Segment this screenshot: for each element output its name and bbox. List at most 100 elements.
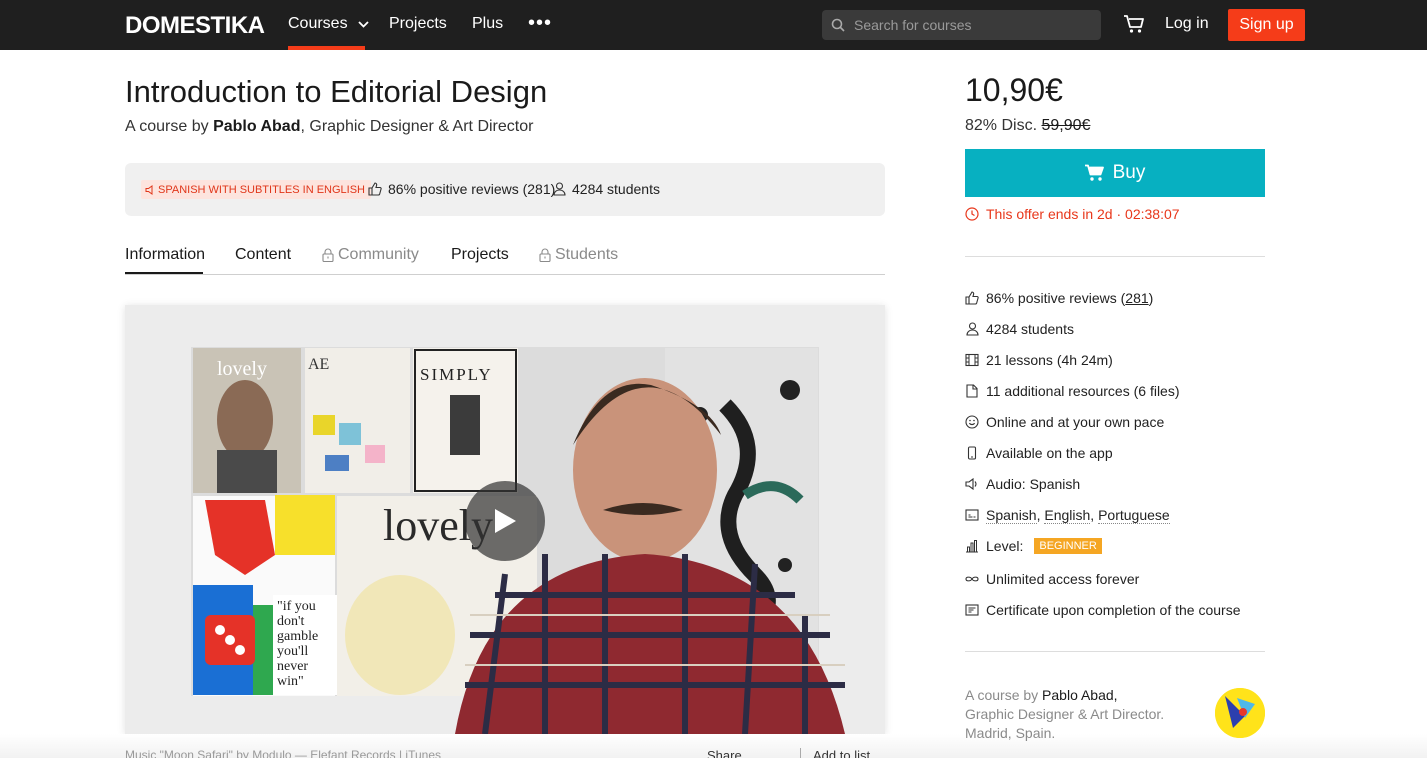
author-link[interactable]: Pablo Abad xyxy=(213,118,300,135)
cart-icon[interactable] xyxy=(1123,14,1145,39)
feature-app-label: Available on the app xyxy=(986,445,1113,461)
feature-lessons: 21 lessons (4h 24m) xyxy=(965,352,1113,368)
svg-text:AE: AE xyxy=(308,356,329,373)
avatar[interactable] xyxy=(1215,688,1265,738)
offer-countdown: This offer ends in 2d · 02:38:07 xyxy=(965,206,1180,222)
feature-app: Available on the app xyxy=(965,445,1113,461)
subtitle-english[interactable]: English xyxy=(1044,507,1091,524)
feature-subtitles: Spanish, English, Portuguese xyxy=(965,507,1170,524)
nav-courses[interactable]: Courses xyxy=(288,15,369,33)
course-tabs: Information Content Community Projects S… xyxy=(125,240,885,275)
summary-students: 4284 students xyxy=(553,181,660,197)
original-price: 59,90€ xyxy=(1041,117,1091,134)
feature-audio: Audio: Spanish xyxy=(965,476,1080,492)
nav-active-indicator xyxy=(288,46,365,50)
level-badge: BEGINNER xyxy=(1034,538,1102,554)
add-to-list-button[interactable]: Add to list xyxy=(800,748,870,758)
feature-certificate-label: Certificate upon completion of the cours… xyxy=(986,602,1241,618)
tab-community-label: Community xyxy=(338,246,419,263)
language-badge: SPANISH WITH SUBTITLES IN ENGLISH xyxy=(141,180,371,199)
certificate-icon xyxy=(965,603,979,617)
tab-information[interactable]: Information xyxy=(125,246,205,264)
tab-students[interactable]: Students xyxy=(539,246,618,264)
author-box-prefix: A course by xyxy=(965,687,1039,703)
svg-text:win": win" xyxy=(277,674,304,689)
svg-text:"if you: "if you xyxy=(277,599,316,614)
nav-courses-label: Courses xyxy=(288,15,348,33)
svg-text:SIMPLY: SIMPLY xyxy=(420,365,493,384)
feature-pace-label: Online and at your own pace xyxy=(986,414,1165,430)
nav-plus[interactable]: Plus xyxy=(472,15,503,33)
feature-pace: Online and at your own pace xyxy=(965,414,1164,430)
offer-label: This offer ends in 2d · 02:38:07 xyxy=(986,206,1180,222)
search-box[interactable] xyxy=(822,10,1101,40)
price: 10,90€ xyxy=(965,72,1063,108)
speaker-icon xyxy=(965,477,979,491)
signup-button[interactable]: Sign up xyxy=(1228,9,1305,41)
subtitle-spanish[interactable]: Spanish xyxy=(986,507,1037,524)
buy-label: Buy xyxy=(1112,162,1146,183)
divider xyxy=(965,651,1265,652)
feature-access: Unlimited access forever xyxy=(965,571,1139,587)
cart-icon xyxy=(1084,164,1104,181)
feature-audio-label: Audio: Spanish xyxy=(986,476,1081,492)
feature-reviews-suffix: ) xyxy=(1148,290,1154,306)
feature-access-label: Unlimited access forever xyxy=(986,571,1140,587)
tab-students-label: Students xyxy=(555,246,619,263)
speaker-icon xyxy=(145,184,153,195)
domestika-logo[interactable]: DOMESTIKA xyxy=(125,12,265,40)
course-byline: A course by Pablo Abad, Graphic Designer… xyxy=(125,118,533,136)
tab-projects[interactable]: Projects xyxy=(451,246,509,264)
thumbs-up-icon xyxy=(965,291,979,305)
course-title: Introduction to Editorial Design xyxy=(125,74,548,109)
feature-resources-label: 11 additional resources (6 files) xyxy=(986,383,1180,399)
feature-reviews: 86% positive reviews (281) xyxy=(965,290,1153,306)
course-summary-box: SPANISH WITH SUBTITLES IN ENGLISH 86% po… xyxy=(125,163,885,216)
film-icon xyxy=(965,353,979,367)
svg-text:lovely: lovely xyxy=(217,358,267,380)
play-button[interactable] xyxy=(465,481,545,561)
summary-reviews-label: 86% positive reviews (281) xyxy=(388,181,556,197)
top-navbar: DOMESTIKA Courses Projects Plus ••• Log … xyxy=(0,0,1427,50)
search-icon xyxy=(831,18,845,32)
user-icon xyxy=(553,182,566,196)
tab-community[interactable]: Community xyxy=(322,246,419,264)
share-button[interactable]: Share xyxy=(707,748,742,758)
svg-text:don't: don't xyxy=(277,614,305,629)
video-player[interactable]: lovely AE SIMPLY "if you don't gamble yo… xyxy=(125,305,885,734)
svg-text:gamble: gamble xyxy=(277,629,318,644)
nav-projects[interactable]: Projects xyxy=(389,15,447,33)
feature-lessons-label: 21 lessons (4h 24m) xyxy=(986,352,1113,368)
subtitles-icon xyxy=(965,508,979,522)
buy-button[interactable]: Buy xyxy=(965,149,1265,197)
file-icon xyxy=(965,384,979,398)
tab-content[interactable]: Content xyxy=(235,246,291,264)
feature-students-label: 4284 students xyxy=(986,321,1074,337)
infinity-icon xyxy=(965,572,979,586)
svg-text:you'll: you'll xyxy=(277,644,308,659)
search-input[interactable] xyxy=(854,14,1094,36)
author-box-name[interactable]: Pablo Abad, xyxy=(1042,687,1118,703)
byline-prefix: A course by xyxy=(125,118,209,135)
user-icon xyxy=(965,322,979,336)
smiley-icon xyxy=(965,415,979,429)
login-link[interactable]: Log in xyxy=(1165,15,1209,33)
discount-label: 82% Disc. xyxy=(965,117,1038,134)
discount-line: 82% Disc. 59,90€ xyxy=(965,117,1090,135)
music-credit: Music "Moon Safari" by Modulo — Elefant … xyxy=(125,748,441,758)
more-menu-icon[interactable]: ••• xyxy=(528,12,552,35)
summary-students-label: 4284 students xyxy=(572,181,660,197)
play-icon xyxy=(495,509,516,533)
phone-icon xyxy=(965,446,979,460)
svg-text:never: never xyxy=(277,659,308,674)
bar-chart-icon xyxy=(965,539,979,553)
lock-icon xyxy=(539,248,551,262)
active-tab-indicator xyxy=(125,272,203,274)
summary-reviews: 86% positive reviews (281) xyxy=(368,181,555,197)
clock-icon xyxy=(965,207,979,221)
subtitle-portuguese[interactable]: Portuguese xyxy=(1098,507,1170,524)
divider xyxy=(965,256,1265,257)
thumbs-up-icon xyxy=(368,182,382,196)
reviews-count-link[interactable]: 281 xyxy=(1125,290,1148,306)
language-badge-label: SPANISH WITH SUBTITLES IN ENGLISH xyxy=(158,183,365,196)
